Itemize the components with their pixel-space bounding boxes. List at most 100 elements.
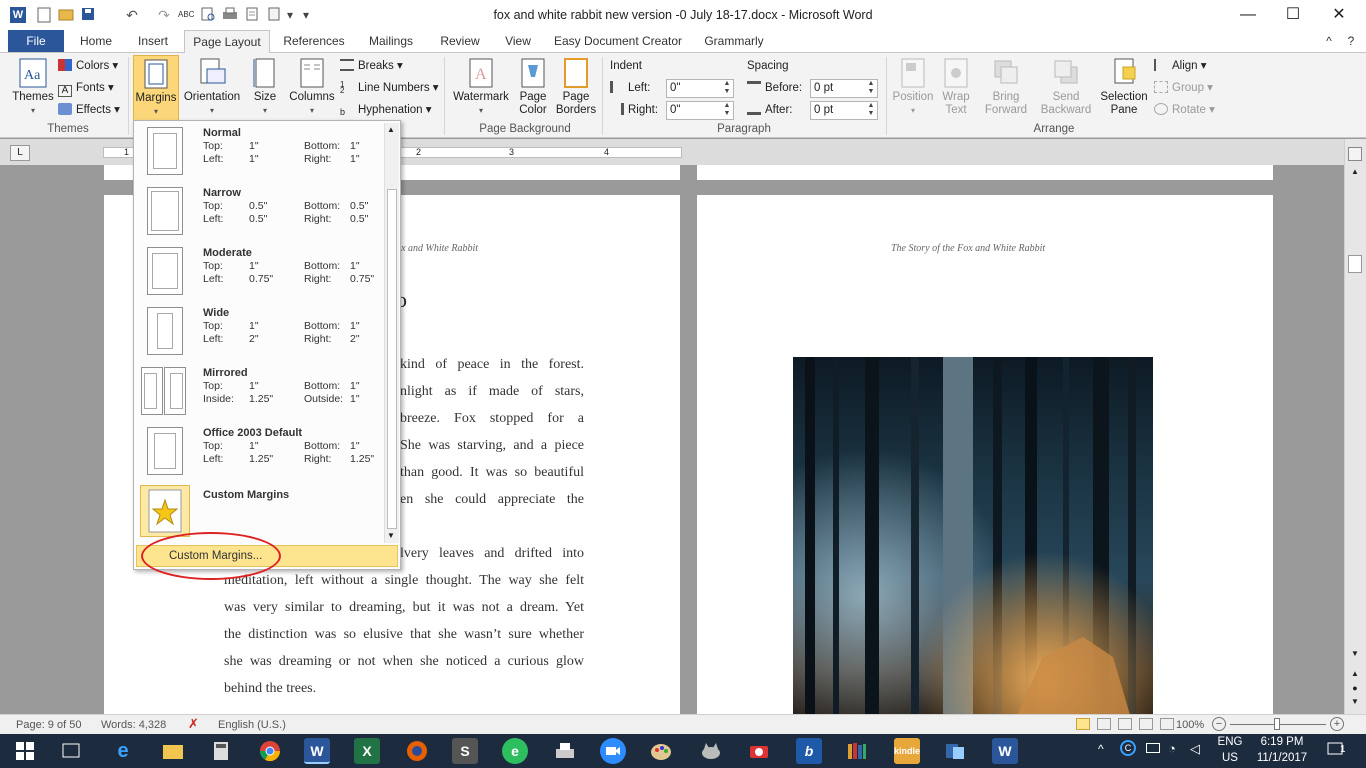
clock-date[interactable]: 11/1/2017 bbox=[1252, 752, 1312, 764]
scrivener-icon[interactable]: S bbox=[452, 738, 478, 764]
hyphenation-button[interactable]: b Hyphenation ▾ bbox=[340, 101, 432, 119]
scroll-up-icon[interactable]: ▲ bbox=[1348, 167, 1362, 176]
minimize-button[interactable]: — bbox=[1225, 0, 1271, 30]
wifi-icon[interactable]: ◔ bbox=[1168, 741, 1176, 756]
library-icon[interactable] bbox=[844, 738, 870, 764]
vertical-scrollbar[interactable]: ▲ ▼ ▲ ● ▼ bbox=[1344, 139, 1366, 714]
spinner-arrows-icon[interactable]: ▲ ▼ bbox=[721, 80, 733, 97]
theme-fonts-button[interactable]: A Fonts ▾ bbox=[58, 79, 114, 97]
rotate-button[interactable]: Rotate ▾ bbox=[1154, 101, 1215, 119]
spacing-after-field[interactable]: 0 pt ▲ ▼ bbox=[810, 101, 878, 120]
photos-app-icon[interactable] bbox=[942, 738, 968, 764]
file-explorer-icon[interactable] bbox=[160, 738, 186, 764]
firefox-icon[interactable] bbox=[404, 738, 430, 764]
scroll-down-icon[interactable]: ▼ bbox=[1348, 649, 1362, 658]
zoom-out-icon[interactable]: − bbox=[1212, 717, 1226, 731]
printer-app-icon[interactable] bbox=[552, 738, 578, 764]
margins-button[interactable]: Margins ▾ bbox=[133, 55, 179, 121]
indent-left-field[interactable]: 0" ▲ ▼ bbox=[666, 79, 734, 98]
web-layout-view-icon[interactable] bbox=[1118, 718, 1132, 730]
line-numbers-button[interactable]: 1 2 Line Numbers ▾ bbox=[340, 79, 439, 97]
spacing-before-field[interactable]: 0 pt ▲ ▼ bbox=[810, 79, 878, 98]
breaks-button[interactable]: Breaks ▾ bbox=[340, 57, 403, 75]
evernote-icon[interactable]: e bbox=[502, 738, 528, 764]
show-hidden-icons[interactable]: ^ bbox=[1098, 742, 1104, 756]
kindle-icon[interactable]: kindle bbox=[894, 738, 920, 764]
camera-app-icon[interactable] bbox=[746, 738, 772, 764]
orientation-button[interactable]: Orientation ▾ bbox=[181, 57, 243, 117]
battery-icon[interactable] bbox=[1146, 743, 1160, 753]
input-language-bottom[interactable]: US bbox=[1216, 752, 1244, 764]
draft-view-icon[interactable] bbox=[1160, 718, 1174, 730]
zoom-app-icon[interactable] bbox=[600, 738, 626, 764]
send-backward-button[interactable]: Send Backward bbox=[1036, 57, 1096, 117]
spinner-arrows-icon[interactable]: ▲ ▼ bbox=[865, 80, 877, 97]
page-count[interactable]: Page: 9 of 50 bbox=[16, 719, 81, 731]
scroll-down-icon[interactable]: ▼ bbox=[387, 531, 395, 540]
tab-view[interactable]: View bbox=[498, 30, 538, 52]
previous-page-icon[interactable]: ▲ bbox=[1348, 669, 1362, 678]
bring-forward-button[interactable]: Bring Forward bbox=[980, 57, 1032, 117]
volume-icon[interactable]: ◁ bbox=[1190, 741, 1200, 757]
columns-button[interactable]: Columns ▾ bbox=[288, 57, 336, 117]
page-color-button[interactable]: Page Color bbox=[512, 57, 554, 117]
scroll-up-icon[interactable]: ▲ bbox=[387, 125, 395, 134]
margin-preset-mirrored[interactable]: Mirrored Top: 1" Bottom: 1" Inside: 1.25… bbox=[134, 361, 384, 421]
collapse-ribbon-icon[interactable]: ^ bbox=[1320, 30, 1338, 52]
clock-time[interactable]: 6:19 PM bbox=[1254, 736, 1310, 748]
align-button[interactable]: Align ▾ bbox=[1154, 57, 1207, 75]
indent-right-field[interactable]: 0" ▲ ▼ bbox=[666, 101, 734, 120]
task-view-icon[interactable] bbox=[58, 738, 84, 764]
chrome-icon[interactable] bbox=[257, 738, 283, 764]
help-icon[interactable]: ? bbox=[1342, 30, 1360, 52]
scroll-thumb[interactable] bbox=[1348, 255, 1362, 273]
tab-file[interactable]: File bbox=[8, 30, 64, 52]
dropdown-scrollbar[interactable]: ▲ ▼ bbox=[384, 123, 399, 543]
margin-preset-wide[interactable]: Wide Top: 1" Bottom: 1" Left: 2" Right: … bbox=[134, 301, 384, 361]
tab-references[interactable]: References bbox=[278, 30, 350, 52]
outline-view-icon[interactable] bbox=[1139, 718, 1153, 730]
bing-icon[interactable]: b bbox=[796, 738, 822, 764]
theme-effects-button[interactable]: Effects ▾ bbox=[58, 101, 120, 119]
tab-page-layout[interactable]: Page Layout bbox=[184, 30, 270, 53]
tab-easy-document-creator[interactable]: Easy Document Creator bbox=[552, 30, 684, 52]
cat-app-icon[interactable] bbox=[698, 738, 724, 764]
margin-preset-custom[interactable]: Custom Margins bbox=[134, 483, 384, 543]
zoom-slider-thumb[interactable] bbox=[1274, 718, 1280, 730]
spinner-arrows-icon[interactable]: ▲ ▼ bbox=[721, 102, 733, 119]
watermark-button[interactable]: A Watermark ▾ bbox=[452, 57, 510, 117]
language-indicator[interactable]: English (U.S.) bbox=[218, 719, 286, 731]
proofing-icon[interactable]: ✗ bbox=[188, 716, 199, 732]
edge-browser-icon[interactable]: e bbox=[110, 738, 136, 764]
word-document-icon[interactable]: W bbox=[992, 738, 1018, 764]
margin-preset-normal[interactable]: Normal Top: 1" Bottom: 1" Left: 1" Right… bbox=[134, 121, 384, 181]
browse-object-icon[interactable]: ● bbox=[1348, 683, 1362, 693]
input-language-top[interactable]: ENG bbox=[1216, 736, 1244, 748]
close-button[interactable]: ✕ bbox=[1316, 0, 1362, 30]
start-icon[interactable] bbox=[12, 738, 38, 764]
margin-preset-office-2003-default[interactable]: Office 2003 Default Top: 1" Bottom: 1" L… bbox=[134, 421, 384, 481]
word-count[interactable]: Words: 4,328 bbox=[101, 719, 166, 731]
maximize-button[interactable]: ☐ bbox=[1270, 0, 1316, 30]
forest-fox-image[interactable] bbox=[793, 357, 1153, 714]
theme-colors-button[interactable]: Colors ▾ bbox=[58, 57, 118, 75]
full-screen-view-icon[interactable] bbox=[1097, 718, 1111, 730]
excel-icon[interactable]: X bbox=[354, 738, 380, 764]
print-layout-view-icon[interactable] bbox=[1076, 718, 1090, 730]
network-status-icon[interactable]: C bbox=[1120, 740, 1136, 756]
tab-review[interactable]: Review bbox=[434, 30, 486, 52]
zoom-in-icon[interactable]: + bbox=[1330, 717, 1344, 731]
paint-icon[interactable] bbox=[648, 738, 674, 764]
scroll-thumb[interactable] bbox=[387, 189, 397, 529]
tab-mailings[interactable]: Mailings bbox=[362, 30, 420, 52]
calculator-icon[interactable] bbox=[208, 738, 234, 764]
margin-preset-narrow[interactable]: Narrow Top: 0.5" Bottom: 0.5" Left: 0.5"… bbox=[134, 181, 384, 241]
tab-home[interactable]: Home bbox=[72, 30, 120, 52]
tab-grammarly[interactable]: Grammarly bbox=[698, 30, 770, 52]
themes-button[interactable]: Aa Themes ▾ bbox=[10, 57, 56, 117]
wrap-text-button[interactable]: Wrap Text bbox=[936, 57, 976, 117]
view-ruler-icon[interactable] bbox=[1348, 147, 1362, 161]
selection-pane-button[interactable]: Selection Pane bbox=[1098, 57, 1150, 117]
position-button[interactable]: Position ▾ bbox=[890, 57, 936, 117]
tab-selector-icon[interactable]: L bbox=[10, 145, 30, 161]
